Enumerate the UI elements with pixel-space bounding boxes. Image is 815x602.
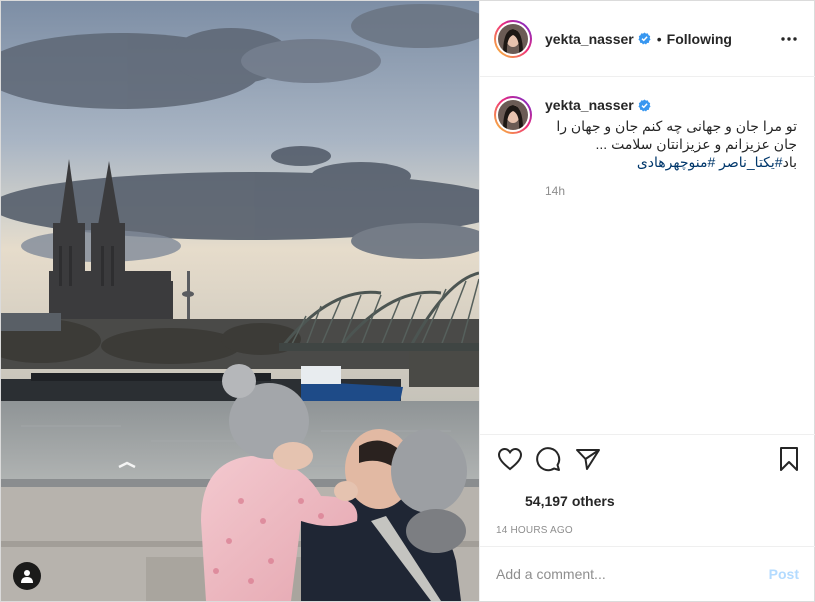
caption-avatar[interactable]: [494, 96, 532, 134]
add-comment-bar: Post: [480, 546, 815, 601]
likes-summary[interactable]: 54,197 others: [496, 493, 615, 509]
caption-word: باد: [782, 154, 797, 170]
comment-input[interactable]: [496, 566, 769, 582]
caption-timestamp[interactable]: 14h: [545, 184, 797, 198]
post-timestamp[interactable]: 14 HOURS AGO: [496, 525, 573, 536]
instagram-post-modal: yekta_nasser • Following yekta_nasser تو…: [0, 0, 815, 602]
user-tag-icon[interactable]: [13, 562, 41, 590]
following-button[interactable]: Following: [667, 31, 732, 47]
share-button[interactable]: [574, 445, 602, 473]
comments-section: yekta_nasser تو مرا جان و جهانی چه کنم ج…: [480, 78, 815, 434]
caption-text: تو مرا جان و جهانی چه کنم جان و جهان را …: [545, 117, 797, 171]
verified-badge-icon: [638, 32, 651, 45]
bookmark-icon: [780, 447, 798, 471]
caption-line: جان عزیزانم و عزیزانتان سلامت ...: [595, 136, 797, 152]
post-comment-button[interactable]: Post: [769, 566, 799, 582]
comment-button[interactable]: [534, 445, 562, 473]
avatar-image: [498, 23, 528, 54]
verified-badge-icon: [638, 99, 651, 112]
post-sidebar: yekta_nasser • Following yekta_nasser تو…: [479, 1, 815, 601]
avatar-image: [498, 100, 528, 130]
avatar[interactable]: [494, 19, 532, 58]
photo-scene: [1, 1, 479, 601]
save-button[interactable]: [775, 445, 803, 473]
post-header: yekta_nasser • Following: [480, 1, 815, 77]
likes-count[interactable]: 54,197: [525, 493, 568, 509]
hashtag-link[interactable]: #منوچهرهادی: [637, 154, 715, 170]
likes-others-label[interactable]: others: [572, 493, 615, 509]
more-options-icon[interactable]: [779, 29, 799, 49]
hashtag-link[interactable]: #یکتا_ناصر: [719, 154, 782, 170]
caption-username[interactable]: yekta_nasser: [545, 97, 634, 113]
caption-line: تو مرا جان و جهانی چه کنم جان و جهان را: [556, 118, 797, 134]
caption-line: باد#یکتا_ناصر #منوچهرهادی: [545, 153, 797, 171]
post-photo[interactable]: [1, 1, 479, 601]
paper-plane-icon: [576, 449, 600, 470]
comment-bubble-icon: [536, 447, 561, 472]
caption: yekta_nasser تو مرا جان و جهانی چه کنم ج…: [494, 96, 799, 198]
heart-icon: [497, 447, 523, 471]
separator-dot: •: [656, 30, 662, 47]
action-bar: [496, 445, 801, 477]
like-button[interactable]: [496, 445, 524, 473]
post-actions-section: 54,197 others 14 HOURS AGO: [480, 434, 815, 546]
post-author-username[interactable]: yekta_nasser: [545, 31, 634, 47]
